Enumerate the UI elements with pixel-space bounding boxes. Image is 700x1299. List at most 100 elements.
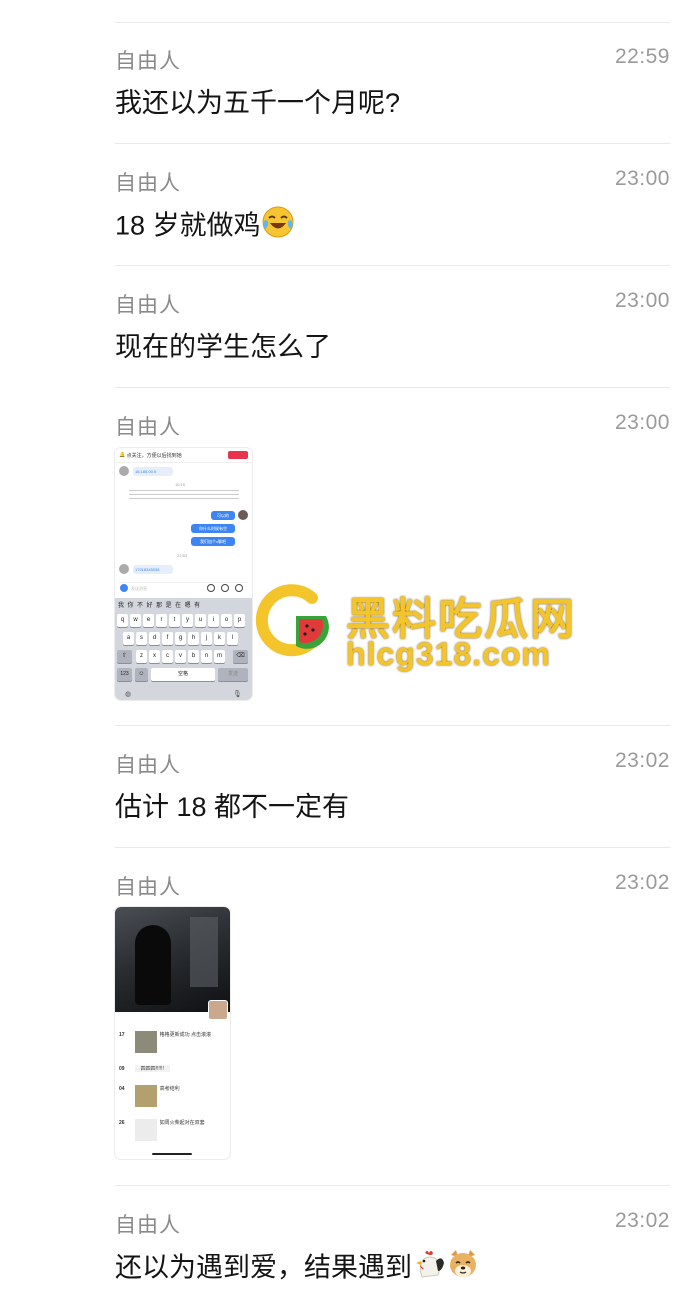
entry-thumbnail (134, 1085, 157, 1107)
key: k (214, 632, 225, 645)
key: q (117, 614, 128, 627)
key: u (195, 614, 206, 627)
home-indicator (152, 1153, 192, 1155)
key: e (143, 614, 154, 627)
message-text: 我还以为五千一个月呢? (115, 88, 401, 118)
message-item[interactable]: 自由人 23:00 现在的学生怎么了 (115, 289, 670, 388)
entry-thumbnail (134, 1031, 157, 1053)
key: c (162, 650, 173, 663)
person-silhouette (135, 925, 171, 1005)
avatar (119, 466, 129, 476)
sender-name[interactable]: 自由人 (115, 1209, 181, 1239)
key: d (149, 632, 160, 645)
key: y (182, 614, 193, 627)
message-item[interactable]: 自由人 23:02 估计 18 都不一定有 (115, 749, 670, 848)
key: n (201, 650, 212, 663)
key: g (175, 632, 186, 645)
key: v (175, 650, 186, 663)
sender-name[interactable]: 自由人 (115, 167, 181, 197)
send-key: 发送 (218, 668, 248, 681)
building-icon (190, 917, 218, 987)
key: w (130, 614, 141, 627)
message-text-row: 18 岁就做鸡 (115, 205, 670, 250)
message-time: 23:00 (614, 167, 670, 190)
key: j (201, 632, 212, 645)
screenshot-top-bar-text: 点关注，方便以后找到她 (126, 452, 182, 459)
follow-button (228, 451, 248, 459)
message-text-row: 还以为遇到爱，结果遇到 (115, 1247, 670, 1292)
message-text: 估计 18 都不一定有 (115, 792, 350, 822)
key: b (188, 650, 199, 663)
globe-icon: ◍ (125, 691, 132, 698)
bell-icon: 🔔 (119, 452, 126, 458)
key: f (162, 632, 173, 645)
timeline-entry: 26 如周火柴起对在双套 (119, 1119, 205, 1141)
message-time: 23:02 (614, 1209, 670, 1232)
number-key: 123 (117, 668, 132, 681)
phone-bubble: 18.185.00.5 (133, 467, 173, 476)
key: t (169, 614, 180, 627)
avatar (119, 564, 129, 574)
profile-screenshot-image[interactable]: 17 格格更新成功 点击滚滚 09 四四四!!!!!! 04 高考结利 26 如周火柴起… (115, 907, 230, 1159)
delete-key: ⌫ (233, 650, 248, 663)
timeline-entry: 04 高考结利 (119, 1085, 180, 1107)
sender-name[interactable]: 自由人 (115, 749, 181, 779)
key: i (208, 614, 219, 627)
watermark-url: hlcg318.com (346, 636, 551, 672)
sender-name[interactable]: 自由人 (115, 871, 181, 901)
key: a (123, 632, 134, 645)
watermark-logo-icon (250, 580, 332, 667)
sender-name[interactable]: 自由人 (115, 45, 181, 75)
message-text: 现在的学生怎么了 (115, 332, 331, 362)
shift-key: ⇧ (117, 650, 132, 663)
chat-time: 10:15 (175, 482, 186, 487)
at-icon (207, 584, 215, 592)
message-time: 23:00 (614, 411, 670, 434)
space-key: 空格 (151, 668, 215, 681)
crying-laughing-face-icon (261, 205, 295, 250)
sent-bubble: 你什么时候有空 (191, 524, 235, 533)
message-time: 23:02 (614, 749, 670, 772)
message-time: 23:02 (614, 871, 670, 894)
key: o (221, 614, 232, 627)
mic-icon: 🎙 (233, 691, 242, 698)
message-time: 23:00 (614, 289, 670, 312)
avatar (238, 510, 248, 520)
candidate-bar: 我你不好那是在嗯有 (118, 603, 204, 609)
avatar (208, 1000, 228, 1020)
message-time: 22:59 (614, 45, 670, 68)
voice-icon (120, 584, 128, 592)
keyboard: 我你不好那是在嗯有 q w e r t y u i o p a s d f g … (115, 598, 252, 700)
sent-bubble: 可以的 (211, 511, 235, 520)
rooster-icon (412, 1247, 446, 1292)
entry-thumbnail (134, 1119, 157, 1141)
message-item[interactable]: 自由人 23:00 18 岁就做鸡 (115, 167, 670, 266)
message-item[interactable]: 自由人 23:02 还以为遇到爱，结果遇到 (115, 1209, 670, 1299)
message-text: 还以为遇到爱，结果遇到 (115, 1252, 412, 1283)
timeline-entry: 17 格格更新成功 点击滚滚 (119, 1031, 211, 1053)
sender-name[interactable]: 自由人 (115, 289, 181, 319)
key: p (234, 614, 245, 627)
message-text: 18 岁就做鸡 (115, 210, 261, 241)
key: m (214, 650, 225, 663)
timeline-entry: 09 四四四!!!!!! (119, 1065, 170, 1072)
doge-icon (446, 1247, 480, 1292)
key: z (136, 650, 147, 663)
key: s (136, 632, 147, 645)
screenshot-top-bar: 🔔 点关注，方便以后找到她 (115, 448, 252, 463)
plus-icon (235, 584, 243, 592)
sender-name[interactable]: 自由人 (115, 411, 181, 441)
emoji-key: ☺ (135, 668, 148, 681)
key: l (227, 632, 238, 645)
phone-bubble: 17918345538 (133, 565, 173, 574)
key: h (188, 632, 199, 645)
chat-time: 22:53 (177, 553, 188, 558)
top-divider (115, 22, 670, 23)
key: r (156, 614, 167, 627)
emoji-icon (221, 584, 229, 592)
chat-screenshot-image[interactable]: 🔔 点关注，方便以后找到她 18.185.00.5 10:15 可以的 你什么时… (115, 448, 252, 700)
system-notice (129, 490, 239, 500)
message-item[interactable]: 自由人 22:59 我还以为五千一个月呢? (115, 45, 670, 144)
profile-cover-photo (115, 907, 230, 1020)
sent-bubble: 我们加个v聊吧 (191, 537, 235, 546)
